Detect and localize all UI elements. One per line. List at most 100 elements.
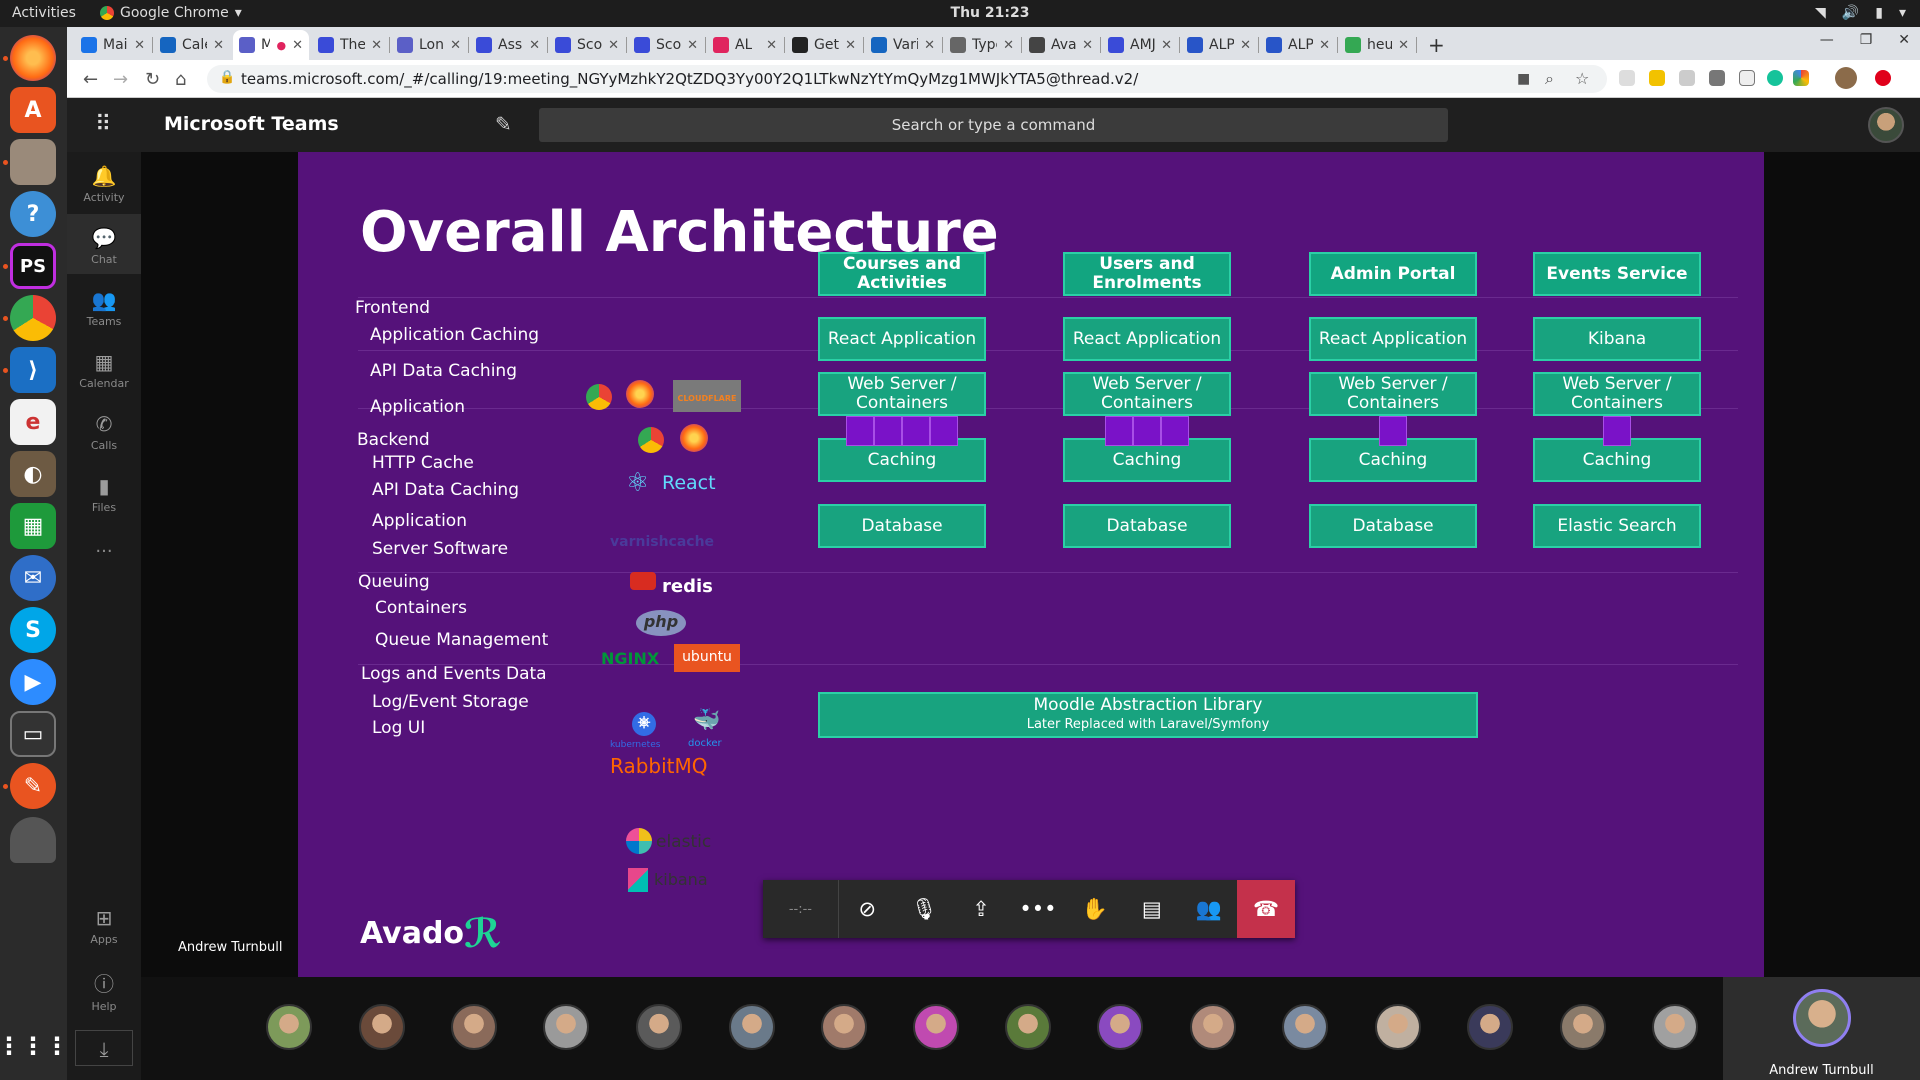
app-menu[interactable]: Google Chrome ▾ bbox=[100, 5, 242, 21]
tab-9[interactable]: Getti ✕ bbox=[786, 30, 862, 60]
show-chat-button[interactable]: ▤ bbox=[1123, 880, 1180, 938]
tab-13[interactable]: AMJ ✕ bbox=[1102, 30, 1178, 60]
profile-avatar[interactable] bbox=[1835, 67, 1857, 89]
participant-avatar[interactable] bbox=[266, 1004, 312, 1050]
participant-avatar[interactable] bbox=[1652, 1004, 1698, 1050]
app-launcher-icon[interactable]: ⠿ bbox=[95, 112, 111, 137]
participant-avatar[interactable] bbox=[1005, 1004, 1051, 1050]
more-actions-button[interactable]: ••• bbox=[1010, 880, 1067, 938]
extension-icon[interactable] bbox=[1709, 70, 1725, 86]
back-icon[interactable]: ← bbox=[83, 69, 98, 90]
camera-toggle-button[interactable]: ⊘ bbox=[839, 880, 896, 938]
close-tab-icon[interactable]: ✕ bbox=[1240, 38, 1251, 53]
extension-icon[interactable] bbox=[1679, 70, 1695, 86]
rail-item-activity[interactable]: 🔔 Activity bbox=[67, 164, 141, 204]
close-tab-icon[interactable]: ✕ bbox=[1161, 38, 1172, 53]
reload-icon[interactable]: ↻ bbox=[145, 69, 160, 90]
rail-item-teams[interactable]: 👥 Teams bbox=[67, 288, 141, 328]
document-viewer-icon[interactable]: e bbox=[10, 399, 56, 445]
close-tab-icon[interactable]: ✕ bbox=[450, 38, 461, 53]
spreadsheet-icon[interactable]: ▦ bbox=[10, 503, 56, 549]
close-icon[interactable]: ✕ bbox=[1898, 32, 1910, 48]
participant-avatar[interactable] bbox=[821, 1004, 867, 1050]
tab-10[interactable]: Varia ✕ bbox=[865, 30, 941, 60]
system-tray[interactable]: ◥ 🔊 ▮ ▾ bbox=[1815, 5, 1906, 21]
software-center-icon[interactable]: A bbox=[10, 87, 56, 133]
zoom-icon[interactable]: ▶ bbox=[10, 659, 56, 705]
more-apps-button[interactable]: ... bbox=[67, 536, 141, 557]
grammarly-icon[interactable] bbox=[1767, 70, 1783, 86]
url-field[interactable]: 🔒 teams.microsoft.com/_#/calling/19:meet… bbox=[207, 65, 1607, 93]
participant-avatar[interactable] bbox=[1560, 1004, 1606, 1050]
extension-icon[interactable] bbox=[1649, 70, 1665, 86]
close-tab-icon[interactable]: ✕ bbox=[1398, 38, 1409, 53]
tab-7[interactable]: Scop ✕ bbox=[628, 30, 704, 60]
extension-icon[interactable] bbox=[1619, 70, 1635, 86]
mic-toggle-button[interactable]: 🎙 bbox=[896, 880, 953, 938]
close-tab-icon[interactable]: ✕ bbox=[845, 38, 856, 53]
download-button[interactable]: ⤓ bbox=[75, 1030, 133, 1066]
close-tab-icon[interactable]: ✕ bbox=[1319, 38, 1330, 53]
close-tab-icon[interactable]: ✕ bbox=[687, 38, 698, 53]
forward-icon[interactable]: → bbox=[113, 69, 128, 90]
rail-item-chat[interactable]: 💬 Chat bbox=[67, 214, 141, 274]
tab-15[interactable]: ALP ✕ bbox=[1260, 30, 1336, 60]
restore-icon[interactable]: ❐ bbox=[1860, 32, 1873, 48]
rail-item-help[interactable]: ⓘ Help bbox=[67, 968, 141, 1013]
participant-avatar[interactable] bbox=[1190, 1004, 1236, 1050]
close-tab-icon[interactable]: ✕ bbox=[766, 38, 777, 53]
raise-hand-button[interactable]: ✋ bbox=[1066, 880, 1123, 938]
search-input[interactable]: Search or type a command bbox=[539, 108, 1448, 142]
file-manager-icon[interactable] bbox=[10, 139, 56, 185]
clock[interactable]: Thu 21:23 bbox=[920, 5, 1060, 21]
tab-8[interactable]: AL ✕ bbox=[707, 30, 783, 60]
new-chat-icon[interactable]: ✎ bbox=[495, 112, 512, 136]
close-tab-icon[interactable]: ✕ bbox=[924, 38, 935, 53]
close-tab-icon[interactable]: ✕ bbox=[1082, 38, 1093, 53]
phpstorm-icon[interactable]: PS bbox=[10, 243, 56, 289]
terminal-icon[interactable]: ▭ bbox=[10, 711, 56, 757]
hang-up-button[interactable]: ☎ bbox=[1237, 880, 1295, 938]
home-icon[interactable]: ⌂ bbox=[175, 69, 186, 90]
tab-6[interactable]: Scop ✕ bbox=[549, 30, 625, 60]
extension-icon[interactable] bbox=[1875, 70, 1891, 86]
tab-2[interactable]: M ● ✕ bbox=[233, 30, 309, 60]
show-applications-icon[interactable]: ⋮⋮⋮ bbox=[0, 1023, 69, 1069]
close-tab-icon[interactable]: ✕ bbox=[213, 38, 224, 53]
show-participants-button[interactable]: 👥 bbox=[1180, 880, 1237, 938]
firefox-icon[interactable] bbox=[10, 35, 56, 81]
tab-11[interactable]: Type ✕ bbox=[944, 30, 1020, 60]
tab-1[interactable]: Caler ✕ bbox=[154, 30, 230, 60]
close-tab-icon[interactable]: ✕ bbox=[608, 38, 619, 53]
tab-0[interactable]: Mail ✕ bbox=[75, 30, 151, 60]
skype-icon[interactable]: S bbox=[10, 607, 56, 653]
editor-icon[interactable]: ✎ bbox=[10, 763, 56, 809]
tab-5[interactable]: Assig ✕ bbox=[470, 30, 546, 60]
help-icon[interactable]: ? bbox=[10, 191, 56, 237]
participant-avatar[interactable] bbox=[359, 1004, 405, 1050]
tab-3[interactable]: The C ✕ bbox=[312, 30, 388, 60]
rail-item-calls[interactable]: ✆ Calls bbox=[67, 412, 141, 452]
bookmark-star-icon[interactable]: ☆ bbox=[1575, 69, 1589, 88]
activities-button[interactable]: Activities bbox=[12, 5, 76, 21]
close-tab-icon[interactable]: ✕ bbox=[371, 38, 382, 53]
close-tab-icon[interactable]: ✕ bbox=[529, 38, 540, 53]
new-tab-button[interactable]: + bbox=[1422, 30, 1451, 60]
camera-icon[interactable]: ■ bbox=[1517, 71, 1530, 87]
participant-avatar[interactable] bbox=[636, 1004, 682, 1050]
participant-avatar[interactable] bbox=[543, 1004, 589, 1050]
zoom-icon[interactable]: ⌕ bbox=[1545, 69, 1554, 89]
thunderbird-icon[interactable]: ✉ bbox=[10, 555, 56, 601]
rail-item-apps[interactable]: ⊞ Apps bbox=[67, 906, 141, 946]
extension-icon[interactable] bbox=[1793, 70, 1809, 86]
chrome-dock-icon[interactable] bbox=[10, 295, 56, 341]
rail-item-files[interactable]: ▮ Files bbox=[67, 474, 141, 514]
close-tab-icon[interactable]: ✕ bbox=[292, 38, 303, 53]
gimp-icon[interactable]: ◐ bbox=[10, 451, 56, 497]
close-tab-icon[interactable]: ✕ bbox=[1003, 38, 1014, 53]
participant-avatar[interactable] bbox=[1375, 1004, 1421, 1050]
extension-icon[interactable] bbox=[1739, 70, 1755, 86]
trash-icon[interactable] bbox=[10, 817, 56, 863]
tab-16[interactable]: heur ✕ bbox=[1339, 30, 1415, 60]
minimize-icon[interactable]: — bbox=[1820, 32, 1834, 48]
